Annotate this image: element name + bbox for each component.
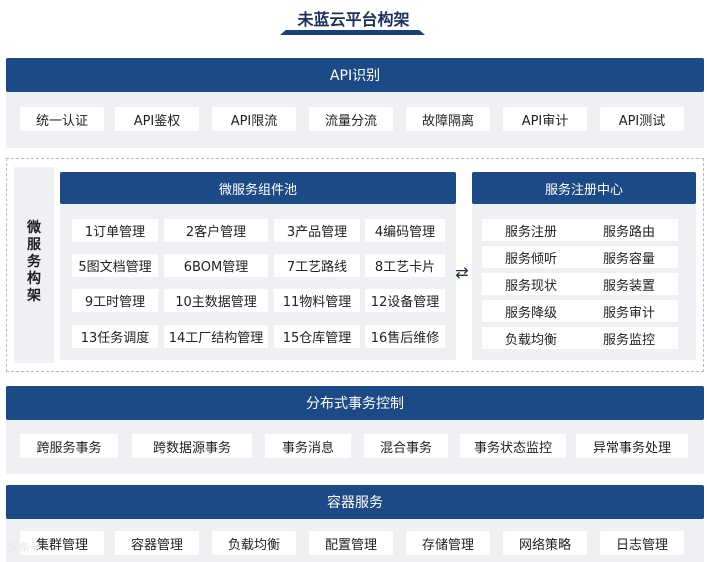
registry-item: 服务审计 <box>580 300 678 322</box>
transaction-item: 跨服务事务 <box>20 434 118 458</box>
registry-item: 服务现状 <box>482 273 580 295</box>
component-pool-header: 微服务组件池 <box>60 172 456 204</box>
api-item: API审计 <box>503 107 587 131</box>
api-item: 故障隔离 <box>406 107 490 131</box>
container-item: 网络策略 <box>503 531 587 555</box>
api-item: 流量分流 <box>309 107 393 131</box>
container-item: 容器管理 <box>115 531 199 555</box>
container-item: 日志管理 <box>600 531 684 555</box>
transaction-item: 事务消息 <box>265 434 351 458</box>
transaction-item: 异常事务处理 <box>576 434 688 458</box>
component-item: 2客户管理 <box>164 219 268 242</box>
component-item: 7工艺路线 <box>274 254 360 277</box>
api-item: API测试 <box>600 107 684 131</box>
component-item: 15仓库管理 <box>274 325 360 348</box>
component-item: 5图文档管理 <box>72 254 158 277</box>
container-item: 配置管理 <box>309 531 393 555</box>
component-item: 3产品管理 <box>274 219 360 242</box>
component-item: 14工厂结构管理 <box>164 325 268 348</box>
transaction-item: 事务状态监控 <box>460 434 566 458</box>
component-item: 12设备管理 <box>365 289 445 312</box>
registry-item: 服务容量 <box>580 246 678 268</box>
component-item: 10主数据管理 <box>164 289 268 312</box>
container-section-header: 容器服务 <box>6 485 704 519</box>
transaction-item: 混合事务 <box>364 434 448 458</box>
component-item: 13任务调度 <box>72 325 158 348</box>
microservice-side-label: 微服务构架 <box>27 220 41 304</box>
api-section-header: API识别 <box>6 58 704 92</box>
watermark: 头条号 <box>8 541 41 554</box>
component-item: 4编码管理 <box>365 219 445 242</box>
registry-item: 服务降级 <box>482 300 580 322</box>
registry-item: 服务装置 <box>580 273 678 295</box>
component-item: 9工时管理 <box>72 289 158 312</box>
api-item: API鉴权 <box>115 107 199 131</box>
component-item: 8工艺卡片 <box>365 254 445 277</box>
registry-item: 服务路由 <box>580 219 678 241</box>
registry-item: 负载均衡 <box>482 327 580 349</box>
transaction-section-header: 分布式事务控制 <box>6 386 704 420</box>
api-item: API限流 <box>212 107 296 131</box>
title-underline <box>280 30 425 35</box>
container-item: 存储管理 <box>406 531 490 555</box>
transaction-item: 跨数据源事务 <box>132 434 252 458</box>
component-item: 6BOM管理 <box>164 254 268 277</box>
component-item: 16售后维修 <box>365 325 445 348</box>
registry-item: 服务倾听 <box>482 246 580 268</box>
registry-item: 服务监控 <box>580 327 678 349</box>
component-item: 1订单管理 <box>72 219 158 242</box>
page-title: 未蓝云平台构架 <box>297 10 410 29</box>
api-item: 统一认证 <box>20 107 104 131</box>
bidirectional-arrow-icon: ⇄ <box>455 263 469 282</box>
component-item: 11物料管理 <box>274 289 360 312</box>
container-item: 负载均衡 <box>212 531 296 555</box>
service-registry-header: 服务注册中心 <box>472 172 696 204</box>
registry-item: 服务注册 <box>482 219 580 241</box>
